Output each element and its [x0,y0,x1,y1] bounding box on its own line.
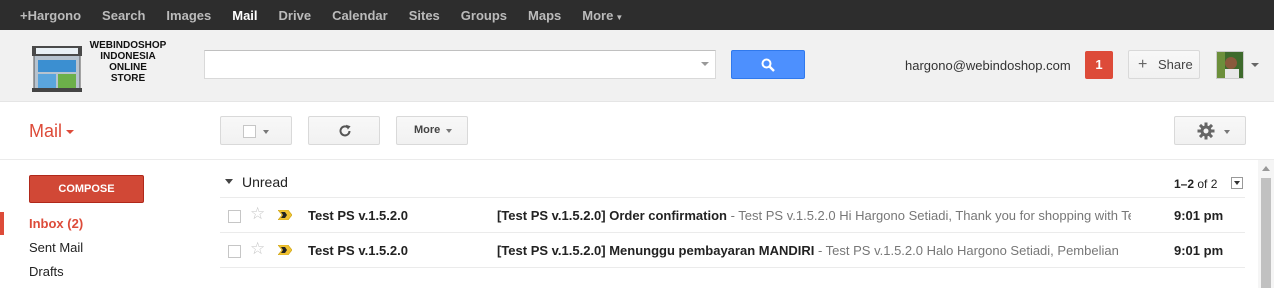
row-snippet: - Test PS v.1.5.2.0 Halo Hargono Setiadi… [814,243,1119,258]
pagination-total: of 2 [1197,177,1218,191]
search-button[interactable] [731,50,805,79]
pagination-info: 1–2 of 2 [1174,177,1217,191]
row-time: 9:01 pm [1174,243,1224,258]
nav-search-link[interactable]: Search [102,8,145,23]
chevron-down-icon [1224,130,1230,134]
more-label: More [414,124,441,136]
toolbar-divider [0,159,1274,160]
gear-icon [1197,122,1215,140]
pagination-range: 1–2 [1174,177,1195,191]
nav-groups-link[interactable]: Groups [461,8,507,23]
nav-sites-link[interactable]: Sites [409,8,440,23]
nav-more-label: More [582,7,614,23]
nav-maps-link[interactable]: Maps [528,8,561,23]
scroll-up-arrow-icon[interactable] [1262,166,1270,171]
checkbox-icon [243,125,256,138]
account-menu-chevron-icon[interactable] [1251,63,1259,67]
chevron-down-icon: ▼ [615,12,624,22]
select-checkbox-button[interactable] [220,116,292,145]
logo-line: WEBINDOSHOP [89,40,167,51]
chevron-down-icon [263,130,269,134]
google-top-bar: +Hargono Search Images Mail Drive Calend… [0,0,1274,30]
row-time: 9:01 pm [1174,208,1224,223]
table-row[interactable]: ☆ Test PS v.1.5.2.0 [Test PS v.1.5.2.0] … [220,198,1245,233]
row-sender: Test PS v.1.5.2.0 [308,243,408,258]
sidebar-item-drafts[interactable]: Drafts [29,264,64,279]
nav-profile-link[interactable]: +Hargono [20,8,81,23]
nav-more-menu[interactable]: More ▼ [582,8,623,23]
google-app-nav: +Hargono Search Images Mail Drive Calend… [20,0,644,30]
sidebar-item-sent-mail[interactable]: Sent Mail [29,240,83,255]
refresh-button[interactable] [308,116,380,145]
section-title-unread[interactable]: Unread [242,174,288,190]
logo-line: STORE [110,73,146,84]
row-subject: [Test PS v.1.5.2.0] Menunggu pembayaran … [497,243,815,258]
account-email[interactable]: hargono@webindoshop.com [905,58,1071,73]
search-icon [761,58,775,72]
chevron-down-icon [446,129,452,133]
row-subject-snippet: [Test PS v.1.5.2.0] Menunggu pembayaran … [497,243,1131,258]
row-checkbox[interactable] [228,210,241,223]
row-snippet: - Test PS v.1.5.2.0 Hi Hargono Setiadi, … [726,208,1131,223]
notification-count-badge[interactable]: 1 [1085,51,1113,79]
plus-icon: + [1138,56,1148,73]
active-folder-indicator [0,212,4,235]
mail-label: Mail [29,121,63,141]
logo-line: ONLINE [109,62,147,73]
scrollbar[interactable] [1258,160,1274,288]
avatar[interactable] [1216,51,1244,79]
scrollbar-thumb[interactable] [1261,178,1271,288]
nav-mail-link[interactable]: Mail [232,8,257,23]
logo-line: INDONESIA [100,51,156,62]
nav-drive-link[interactable]: Drive [279,8,312,23]
chevron-down-icon [66,130,75,135]
search-input[interactable] [204,50,716,79]
sidebar-item-inbox[interactable]: Inbox (2) [29,216,83,231]
section-collapse-icon[interactable] [225,179,233,184]
search-options-dropdown-icon[interactable] [701,62,709,66]
more-actions-button[interactable]: More [396,116,468,145]
table-row[interactable]: ☆ Test PS v.1.5.2.0 [Test PS v.1.5.2.0] … [220,233,1245,268]
star-icon[interactable]: ☆ [250,205,265,222]
settings-button[interactable] [1174,116,1246,145]
share-button[interactable]: + Share [1128,50,1200,79]
share-label: Share [1158,57,1193,72]
profile-photo [1217,52,1243,78]
nav-images-link[interactable]: Images [166,8,211,23]
section-options-dropdown-icon[interactable] [1231,177,1243,189]
row-subject: [Test PS v.1.5.2.0] Order confirmation [497,208,727,223]
star-icon[interactable]: ☆ [250,240,265,257]
compose-button[interactable]: COMPOSE [29,175,144,203]
mail-menu[interactable]: Mail [29,121,75,142]
important-marker-icon[interactable] [278,245,292,255]
row-subject-snippet: [Test PS v.1.5.2.0] Order confirmation -… [497,208,1131,223]
row-checkbox[interactable] [228,245,241,258]
store-logo-icon[interactable] [30,40,84,94]
store-logo-text: WEBINDOSHOP INDONESIA ONLINE STORE [84,40,172,84]
nav-calendar-link[interactable]: Calendar [332,8,388,23]
important-marker-icon[interactable] [278,210,292,220]
row-sender: Test PS v.1.5.2.0 [308,208,408,223]
refresh-icon [339,124,351,137]
